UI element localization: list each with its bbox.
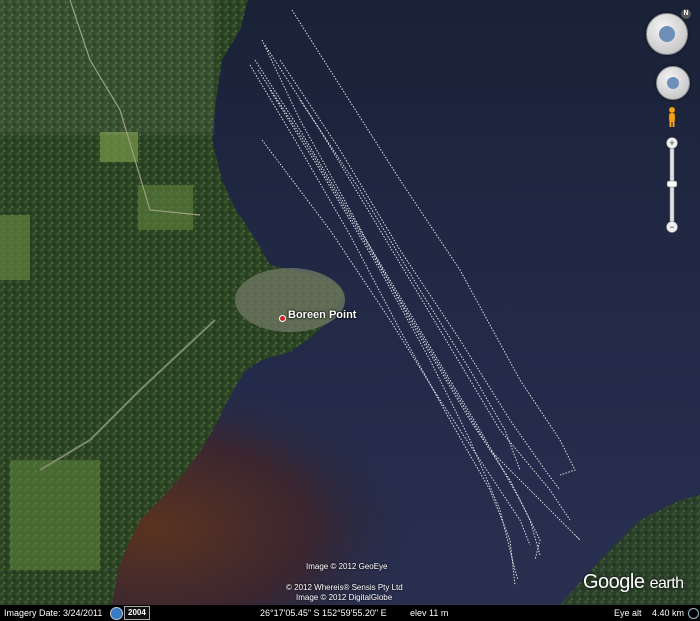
cleared-area — [0, 215, 30, 280]
move-joystick[interactable] — [656, 66, 690, 100]
look-center-icon[interactable] — [659, 26, 675, 42]
imagery-date: Imagery Date: 3/24/2011 — [4, 608, 103, 618]
look-joystick[interactable] — [646, 13, 688, 55]
town-area — [235, 268, 345, 332]
imagery-overlay — [0, 0, 215, 135]
cleared-area — [138, 185, 193, 230]
eye-altitude-label: Eye alt — [614, 608, 642, 618]
elevation-readout: elev 11 m — [410, 608, 449, 618]
streaming-status-icon — [688, 608, 699, 619]
cursor-coordinates: 26°17'05.45" S 152°59'55.20" E — [260, 608, 387, 618]
google-earth-logo: Google earth — [583, 571, 684, 594]
svg-text:+: + — [669, 138, 674, 148]
eye-altitude-value: 4.40 km — [652, 608, 685, 618]
logo-google: Google — [583, 571, 645, 593]
earth-viewport[interactable]: Boreen Point Image © 2012 GeoEye © 2012 … — [0, 0, 700, 621]
place-marker-icon[interactable] — [279, 315, 286, 322]
pegman-icon[interactable] — [666, 106, 678, 128]
satellite-map[interactable] — [0, 0, 700, 605]
historical-imagery-clock-icon[interactable] — [110, 607, 123, 620]
imagery-attribution: Image © 2012 GeoEye — [306, 562, 388, 571]
move-center-icon[interactable] — [667, 77, 679, 89]
historical-year-button[interactable]: 2004 — [124, 606, 150, 620]
imagery-attribution: Image © 2012 DigitalGlobe — [296, 593, 393, 602]
cleared-area — [100, 132, 138, 162]
place-label[interactable]: Boreen Point — [288, 309, 356, 321]
cleared-area — [10, 460, 100, 570]
svg-text:−: − — [669, 222, 674, 232]
status-bar: Imagery Date: 3/24/2011 2004 26°17'05.45… — [0, 605, 700, 621]
north-indicator[interactable]: N — [681, 9, 691, 19]
map-attribution: © 2012 Whereis® Sensis Pty Ltd — [286, 583, 403, 592]
zoom-slider[interactable]: + − — [665, 137, 679, 233]
logo-earth: earth — [649, 575, 684, 592]
